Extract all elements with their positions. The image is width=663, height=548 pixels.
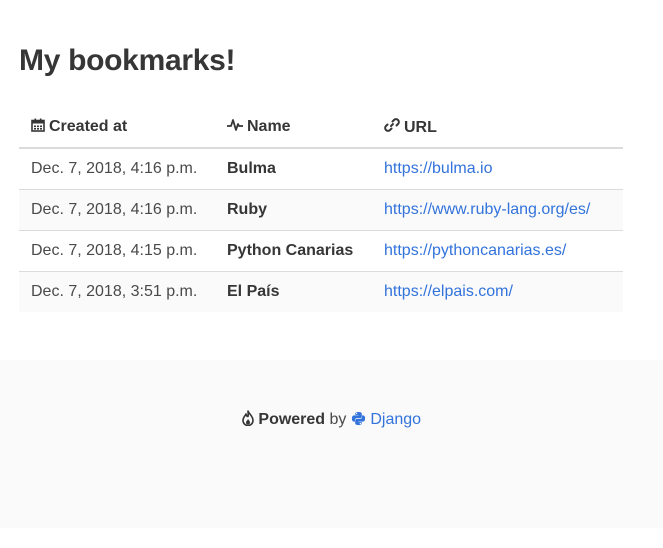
header-url-label: URL (404, 119, 437, 136)
footer: Powered by Django (0, 360, 663, 528)
header-name-label: Name (247, 118, 291, 135)
created-at-cell: Dec. 7, 2018, 4:16 p.m. (19, 148, 215, 190)
page-title: My bookmarks! (19, 44, 236, 77)
powered-label: Powered (258, 411, 326, 428)
created-at-cell: Dec. 7, 2018, 3:51 p.m. (19, 271, 215, 312)
created-at-cell: Dec. 7, 2018, 4:15 p.m. (19, 230, 215, 272)
table-row: Dec. 7, 2018, 4:16 p.m. Ruby https://www… (19, 189, 623, 231)
link-icon (384, 118, 400, 132)
table-row: Dec. 7, 2018, 4:15 p.m. Python Canarias … (19, 230, 623, 272)
header-name[interactable]: Name (215, 107, 372, 149)
calendar-icon (31, 118, 45, 132)
header-created-label: Created at (49, 118, 128, 135)
header-url[interactable]: URL (372, 107, 623, 149)
bookmark-link[interactable]: https://bulma.io (384, 160, 493, 177)
name-cell: Ruby (215, 189, 372, 231)
bookmarks-table: Created at Name URL Dec. 7, 2018, 4:16 p… (19, 107, 623, 312)
table-row: Dec. 7, 2018, 4:16 p.m. Bulma https://bu… (19, 148, 623, 190)
name-cell: El País (215, 271, 372, 312)
created-at-cell: Dec. 7, 2018, 4:16 p.m. (19, 189, 215, 231)
python-icon (351, 411, 365, 426)
bookmark-link[interactable]: https://www.ruby-lang.org/es/ (384, 201, 590, 218)
fire-icon (242, 410, 254, 426)
table-header-row: Created at Name URL (19, 107, 623, 149)
bookmark-link[interactable]: https://elpais.com/ (384, 283, 513, 300)
table-row: Dec. 7, 2018, 3:51 p.m. El País https://… (19, 271, 623, 312)
django-link[interactable]: Django (370, 411, 421, 428)
heartbeat-icon (227, 119, 243, 131)
name-cell: Python Canarias (215, 230, 372, 272)
powered-by-line: Powered by Django (0, 410, 663, 429)
header-created-at[interactable]: Created at (19, 107, 215, 149)
by-label: by (329, 411, 347, 428)
name-cell: Bulma (215, 148, 372, 190)
bookmark-link[interactable]: https://pythoncanarias.es/ (384, 242, 566, 259)
